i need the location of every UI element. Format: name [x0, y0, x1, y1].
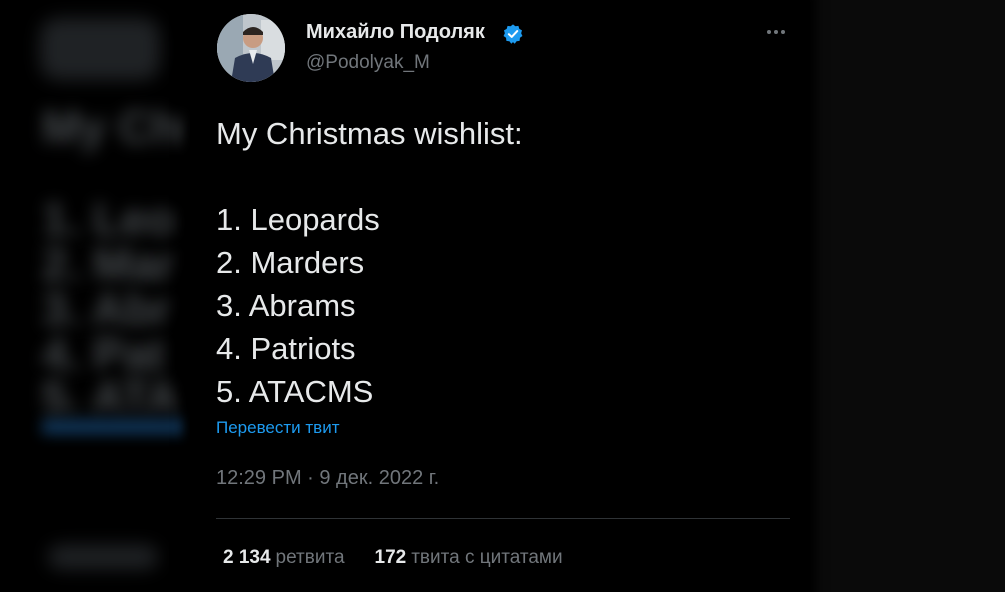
tweet-line: My Christmas wishlist: [216, 116, 523, 151]
user-handle[interactable]: @Podolyak_M [306, 52, 430, 74]
dot [774, 30, 778, 34]
quotes-stat[interactable]: 172 твита с цитатами [375, 547, 563, 569]
dot [767, 30, 771, 34]
tweet-line: 3. Abrams [216, 288, 356, 323]
verified-badge-icon [503, 24, 523, 44]
quotes-label: твита с цитатами [411, 547, 563, 568]
retweets-stat[interactable]: 2 134 ретвита [223, 547, 345, 569]
blurred-link [42, 420, 190, 434]
more-options-icon[interactable] [762, 22, 790, 42]
tweet-timestamp[interactable]: 12:29 PM · 9 дек. 2022 г. [216, 467, 439, 490]
tweet-line: 1. Leopards [216, 202, 380, 237]
divider [216, 518, 790, 519]
right-shade [810, 0, 1005, 592]
blurred-stat [48, 545, 158, 569]
quotes-count: 172 [374, 547, 407, 568]
engagement-stats: 2 134 ретвита 172 твита с цитатами [223, 547, 563, 569]
screenshot: My Chr 1. Leo 2. Mar 3. Abr 4. Pat 5. AT… [0, 0, 1005, 592]
tweet-line: 5. ATACMS [216, 374, 374, 409]
tweet-text: My Christmas wishlist: 1. Leopards 2. Ma… [216, 112, 523, 413]
tweet-card: Михайло Подоляк @Podolyak_M My Christmas… [190, 0, 810, 592]
profile-photo-icon [217, 14, 285, 82]
blurred-avatar [40, 18, 160, 80]
tweet-line: 4. Patriots [216, 331, 356, 366]
display-name[interactable]: Михайло Подоляк [306, 21, 485, 44]
retweets-label: ретвита [275, 547, 345, 568]
blurred-line: 5. ATA [42, 371, 180, 423]
dot [781, 30, 785, 34]
translate-tweet-link[interactable]: Перевести твит [216, 418, 339, 438]
tweet-line: 2. Marders [216, 245, 365, 280]
avatar[interactable] [217, 14, 285, 82]
blurred-heading: My Chr [42, 101, 198, 153]
retweets-count: 2 134 [223, 547, 271, 568]
